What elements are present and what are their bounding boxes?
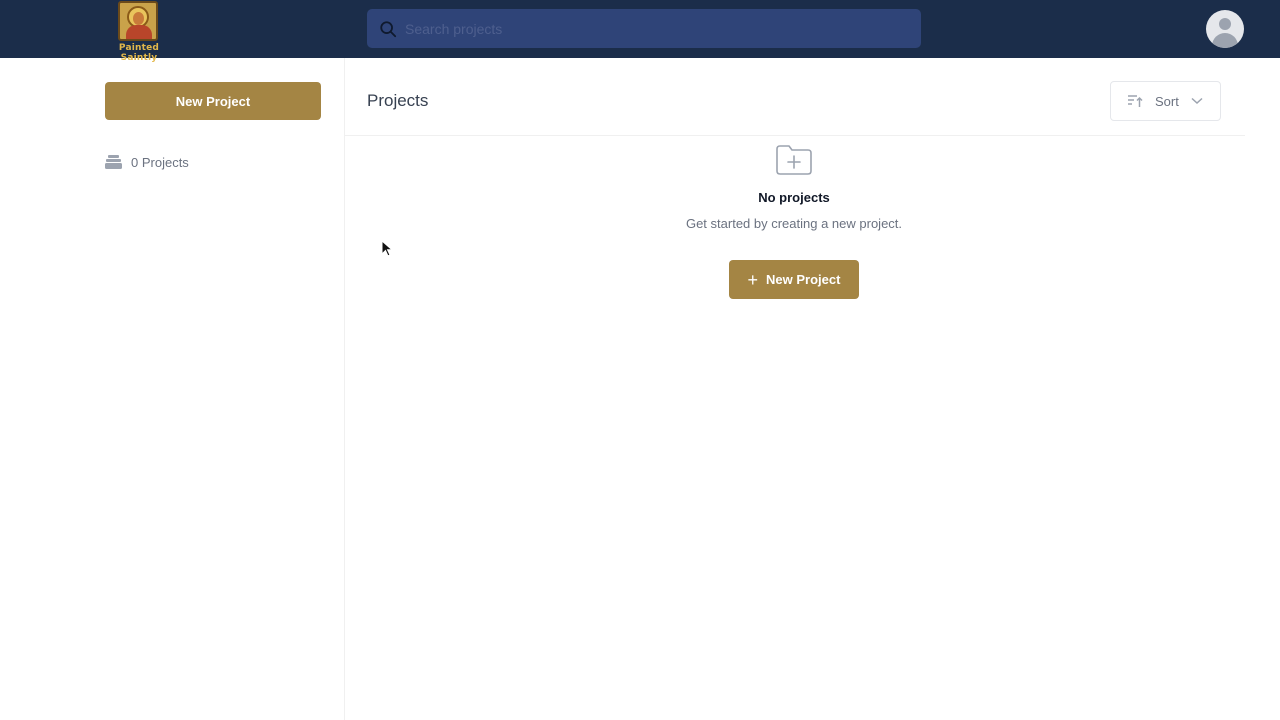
empty-state-new-project-button[interactable]: + New Project <box>729 260 859 299</box>
top-navigation-bar: Painted Saintly <box>0 0 1280 63</box>
project-count-label: 0 Projects <box>131 154 189 170</box>
search-icon <box>380 21 397 38</box>
page-title: Projects <box>367 91 429 110</box>
folder-plus-icon <box>776 145 812 175</box>
brand-logo[interactable]: Painted Saintly <box>104 1 174 63</box>
sort-button[interactable]: Sort <box>1110 81 1221 121</box>
empty-state: No projects Get started by creating a ne… <box>594 144 994 231</box>
user-avatar[interactable] <box>1206 10 1244 48</box>
mouse-pointer-icon <box>381 240 393 257</box>
plus-icon: + <box>747 269 759 290</box>
saint-icon <box>118 1 158 41</box>
sort-ascending-icon <box>1128 95 1143 107</box>
sidebar: New Project 0 Projects <box>0 58 345 720</box>
search-input[interactable] <box>405 9 905 48</box>
search-bar[interactable] <box>367 9 921 48</box>
new-project-label: New Project <box>766 272 841 287</box>
sort-label: Sort <box>1155 93 1179 109</box>
empty-state-description: Get started by creating a new project. <box>685 216 903 231</box>
project-count: 0 Projects <box>105 152 189 172</box>
empty-state-title: No projects <box>758 190 830 205</box>
inbox-stack-icon <box>105 155 122 169</box>
chevron-down-icon <box>1191 97 1203 105</box>
sidebar-new-project-button[interactable]: New Project <box>105 82 321 120</box>
content-divider <box>345 135 1245 136</box>
